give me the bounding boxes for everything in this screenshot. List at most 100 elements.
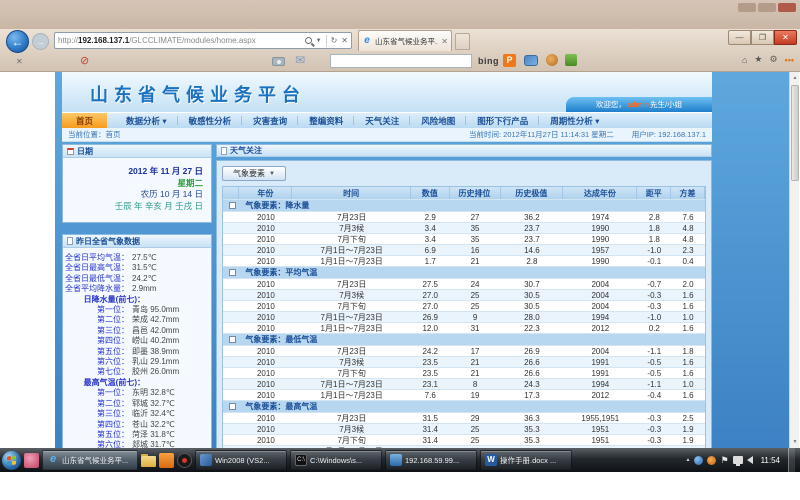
table-row[interactable]: 20101月1日～7月23日7.61917.32012-0.41.6 (223, 390, 705, 401)
group-checkbox[interactable] (229, 202, 236, 209)
table-cell: 14.6 (501, 245, 564, 255)
nav-item-7[interactable]: 图形下行产品 (466, 113, 539, 128)
table-row[interactable]: 20107月3候23.52126.61991-0.51.6 (223, 357, 705, 368)
nav-item-5[interactable]: 天气关注 (354, 113, 410, 128)
nav-item-6[interactable]: 风险地图 (410, 113, 466, 128)
tab-close-icon[interactable]: ✕ (441, 37, 448, 46)
settings-gear-icon[interactable]: ⚙ (769, 54, 777, 65)
element-dropdown-button[interactable]: 气象要素 ▼ (222, 166, 286, 181)
group-checkbox[interactable] (229, 336, 236, 343)
table-row[interactable]: 20107月下旬31.42535.31951-0.31.9 (223, 435, 705, 446)
toolbar-close-icon[interactable]: ✕ (16, 57, 23, 66)
tray-fox-icon[interactable] (707, 456, 716, 465)
table-row[interactable]: 20107月23日2.92736.219742.87.6 (223, 212, 705, 223)
blocker-icon[interactable]: ⊘ (80, 56, 89, 67)
minimize-button[interactable]: — (728, 30, 751, 45)
back-button[interactable]: ← (6, 30, 29, 53)
browser-tab[interactable]: e 山东省气候业务平... ✕ (358, 30, 452, 51)
nav-item-0[interactable]: 首页 (62, 113, 107, 128)
table-row[interactable]: 20107月3候31.42535.31951-0.31.9 (223, 424, 705, 435)
pinned-media-icon[interactable] (24, 453, 39, 468)
bing-logo[interactable]: bing (478, 56, 499, 66)
media-player-icon[interactable] (177, 453, 192, 468)
table-group-row[interactable]: 气象要素：降水量 (223, 200, 705, 212)
table-group-row[interactable]: 气象要素：平均气温 (223, 267, 705, 279)
yesterday-metrics: 全省日平均气温：27.5℃全省日最高气温：31.5℃全省日最低气温：24.2℃全… (63, 248, 211, 448)
rank-label: 第四位： (63, 336, 129, 346)
nav-item-8[interactable]: 周期性分析 ▾ (539, 113, 610, 128)
search-icon[interactable] (305, 37, 312, 44)
table-row[interactable]: 20107月下旬27.02530.52004-0.31.6 (223, 301, 705, 312)
taskbar-window-3[interactable]: W操作手册.docx ... (480, 450, 572, 470)
network-icon[interactable] (733, 456, 743, 464)
more-icon[interactable]: ••• (785, 55, 794, 65)
group-checkbox[interactable] (229, 269, 236, 276)
maximize-button[interactable]: ❐ (751, 30, 774, 45)
table-row[interactable]: 20107月下旬3.43523.719901.84.8 (223, 234, 705, 245)
nav-item-2[interactable]: 敏感性分析 (178, 113, 243, 128)
rank-value: 青岛 95.0mm (132, 305, 179, 315)
camera-icon[interactable] (272, 57, 285, 66)
search-provider-icon[interactable]: P (503, 54, 516, 67)
nav-item-4[interactable]: 整编资料 (298, 113, 354, 128)
forward-button[interactable]: → (32, 33, 49, 50)
action-center-flag-icon[interactable]: ⚑ (720, 456, 728, 465)
taskbar-window-1[interactable]: C:\C:\Windows\s... (290, 450, 382, 470)
taskbar-active-window[interactable]: e 山东省气候业务平... (42, 450, 138, 470)
toolbar-search-input[interactable] (330, 54, 472, 68)
show-desktop-button[interactable] (788, 448, 795, 472)
address-dropdown-icon[interactable]: ▼ (316, 38, 322, 44)
calendar-panel: 日期 2012 年 11 月 27 日 星期二 农历 10 月 14 日 壬辰 … (62, 144, 212, 223)
group-checkbox[interactable] (229, 403, 236, 410)
scroll-up-icon[interactable]: ▲ (790, 72, 800, 84)
speaker-icon[interactable] (747, 456, 753, 464)
taskbar-window-2[interactable]: 192.168.59.99... (385, 450, 477, 470)
start-button[interactable] (2, 451, 21, 470)
scroll-down-icon[interactable]: ▼ (790, 436, 800, 448)
favorites-star-icon[interactable]: ★ (754, 54, 762, 65)
nav-item-1[interactable]: 数据分析 ▾ (115, 113, 178, 128)
addon-icon-paw[interactable] (546, 54, 558, 66)
table-cell: 23.5 (411, 368, 450, 378)
table-row[interactable]: 20107月1日～7月23日23.1824.31994-1.11.0 (223, 379, 705, 390)
nav-item-3[interactable]: 灾害查询 (242, 113, 298, 128)
table-row[interactable]: 20107月1日～7月23日26.9928.01994-1.01.0 (223, 312, 705, 323)
table-row[interactable]: 20107月23日27.52430.72004-0.72.0 (223, 279, 705, 290)
table-cell: 16 (450, 245, 501, 255)
table-header-row: 年份时间数值历史排位历史极值达成年份距平方差 (223, 187, 705, 200)
explorer-folder-icon[interactable] (141, 456, 156, 467)
table-cell: 2010 (239, 290, 292, 300)
table-row[interactable]: 20107月23日24.21726.92004-1.11.8 (223, 346, 705, 357)
row-indent (223, 256, 239, 266)
divider (326, 35, 327, 47)
envelope-icon[interactable]: ✉ (295, 53, 305, 67)
table-row[interactable]: 20107月23日31.52936.31955,1951-0.32.5 (223, 413, 705, 424)
home-icon[interactable]: ⌂ (742, 55, 747, 65)
table-row[interactable]: 20101月1日～7月23日12.03122.320120.21.6 (223, 323, 705, 334)
table-row[interactable]: 20107月下旬23.52126.61991-0.51.6 (223, 368, 705, 379)
table-row[interactable]: 20107月3候3.43523.719901.84.8 (223, 223, 705, 234)
scrollbar-thumb[interactable] (791, 85, 799, 181)
table-row[interactable]: 20107月3候27.02530.52004-0.31.6 (223, 290, 705, 301)
table-cell: 1991 (563, 357, 637, 367)
addon-icon-puzzle[interactable] (565, 54, 577, 66)
pinned-app-icon[interactable] (159, 453, 174, 468)
tray-network-app-icon[interactable] (694, 456, 703, 465)
vertical-scrollbar[interactable]: ▲ ▼ (789, 72, 799, 448)
table-cell: 24.3 (501, 379, 564, 389)
refresh-icon[interactable]: ↻ (331, 36, 338, 45)
table-row[interactable]: 20101月1日～7月23日1.7212.81990-0.10.4 (223, 256, 705, 267)
table-row[interactable]: 20107月1日～7月23日6.91614.61957-1.02.3 (223, 245, 705, 256)
taskbar-window-0[interactable]: Win2008 (VS2... (195, 450, 287, 470)
table-group-row[interactable]: 气象要素：最低气温 (223, 334, 705, 346)
table-group-row[interactable]: 气象要素：最高气温 (223, 401, 705, 413)
close-button[interactable]: ✕ (774, 30, 797, 45)
taskbar-clock[interactable]: 11:54 (757, 456, 784, 465)
address-bar[interactable]: http://192.168.137.1/GLCCLIMATE/modules/… (54, 32, 352, 49)
stop-icon[interactable]: ✕ (341, 36, 348, 45)
new-tab-button[interactable] (455, 33, 470, 50)
table-cell: 2.8 (637, 212, 671, 222)
hidden-icons-chevron[interactable]: ▲ (686, 457, 691, 463)
row-indent (223, 245, 239, 255)
addon-icon-blue[interactable] (524, 55, 538, 66)
